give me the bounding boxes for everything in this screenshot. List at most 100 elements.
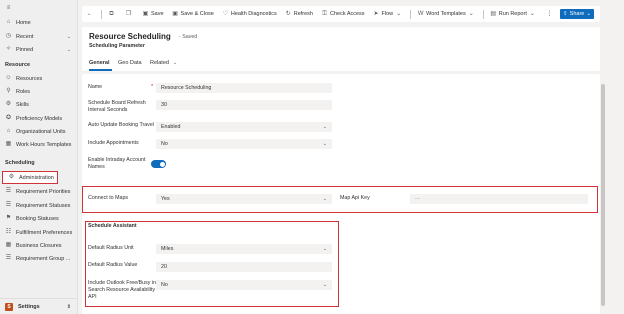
- person-icon: ☺: [5, 75, 12, 81]
- default-radius-value-label: Default Radius Value: [88, 262, 138, 268]
- hamburger-menu-button[interactable]: ≡: [0, 3, 78, 14]
- sidebar-item-skills[interactable]: ⚙ Skills: [0, 99, 78, 110]
- sidebar-item-label: Roles: [16, 88, 31, 95]
- sidebar-item-work-hours-templates[interactable]: ▦ Work Hours Templates: [0, 139, 78, 150]
- copy-icon: ❐: [125, 10, 132, 17]
- connect-to-maps-select[interactable]: Yes ⌄: [156, 194, 332, 204]
- check-access-icon: ⚿: [322, 10, 327, 17]
- role-icon: ⚲: [6, 88, 11, 94]
- name-field[interactable]: Resource Scheduling: [156, 83, 332, 93]
- sidebar-item-business-closures[interactable]: ▦ Business Closures: [0, 240, 78, 251]
- health-diagnostics-button[interactable]: ♡ Health Diagnostics: [218, 6, 281, 22]
- name-label: Name: [88, 84, 103, 90]
- refresh-button[interactable]: ↻ Refresh: [281, 6, 317, 22]
- copy-button[interactable]: ❐: [121, 6, 138, 22]
- word-templates-label: Word Templates: [426, 11, 466, 17]
- default-radius-unit-select[interactable]: Miles ⌄: [156, 244, 332, 254]
- refresh-interval-field[interactable]: 30: [156, 100, 332, 110]
- refresh-label: Refresh: [293, 11, 313, 17]
- back-arrow-icon: ←: [86, 10, 93, 17]
- map-api-key-label: Map Api Key: [340, 195, 370, 201]
- check-access-label: Check Access: [330, 11, 365, 17]
- tab-related[interactable]: Related: [150, 60, 169, 66]
- run-report-label: Run Report: [498, 11, 527, 17]
- run-report-button[interactable]: ▤ Run Report ⌄: [486, 6, 542, 22]
- intraday-account-names-toggle[interactable]: [151, 160, 166, 168]
- default-radius-value-field[interactable]: 20: [156, 262, 332, 272]
- sidebar-item-requirement-priorities[interactable]: ☰ Requirement Priorities: [0, 186, 78, 197]
- sidebar-item-administration[interactable]: ⚙ Administration: [2, 171, 58, 184]
- flag-icon: ⚑: [5, 215, 12, 221]
- sidebar-item-resources[interactable]: ☺ Resources: [0, 73, 78, 84]
- chevron-down-icon: ⌄: [396, 10, 402, 17]
- saved-status: - Saved: [179, 34, 198, 40]
- scrollbar-thumb[interactable]: [601, 84, 605, 306]
- map-api-key-field[interactable]: ---: [410, 194, 588, 204]
- save-close-button[interactable]: ▣ Save & Close: [168, 6, 218, 22]
- new-window-icon: ⧉: [109, 10, 114, 17]
- active-tab-indicator: [89, 69, 112, 71]
- required-indicator: *: [151, 84, 154, 90]
- chevron-down-icon: ⌄: [468, 10, 474, 17]
- sidebar-item-booking-statuses[interactable]: ⚑ Booking Statuses: [0, 213, 78, 224]
- divider: [482, 9, 484, 19]
- form-body: Name * Resource Scheduling Schedule Boar…: [82, 74, 600, 314]
- sidebar-item-organizational-units[interactable]: ⌂ Organizational Units: [0, 126, 78, 137]
- sidebar-item-label: Resources: [16, 75, 43, 82]
- sidebar-item-pinned[interactable]: ✧ Pinned ⌄: [0, 44, 78, 55]
- share-icon: ⇪: [563, 11, 568, 17]
- sidebar-item-requirement-group[interactable]: ☰ Requirement Group ...: [0, 253, 78, 264]
- include-appointments-select[interactable]: No ⌄: [156, 139, 332, 149]
- sidebar-group-resource: Resource: [5, 62, 31, 68]
- flow-label: Flow: [381, 11, 394, 17]
- include-outlook-select[interactable]: No ⌄: [156, 280, 332, 290]
- open-new-window-button[interactable]: ⧉: [104, 6, 121, 22]
- calendar-icon: ▦: [5, 141, 12, 147]
- sidebar-item-recent[interactable]: ◷ Recent ⌄: [0, 31, 78, 42]
- settings-area-switcher[interactable]: S Settings ⇕: [0, 298, 78, 314]
- sidebar-item-requirement-statuses[interactable]: ☰ Requirement Statuses: [0, 200, 78, 211]
- sidebar-item-fulfillment-preferences[interactable]: ☷ Fulfillment Preferences: [0, 227, 78, 238]
- tab-geo-data[interactable]: Geo Data: [118, 60, 142, 66]
- sidebar-item-label: Administration: [19, 174, 54, 181]
- sidebar-item-label: Booking Statuses: [16, 215, 59, 222]
- sidebar-group-scheduling: Scheduling: [5, 160, 35, 166]
- tab-general[interactable]: General: [89, 60, 109, 66]
- clock-icon: ◷: [5, 33, 12, 39]
- auto-update-travel-select[interactable]: Enabled ⌄: [156, 122, 332, 132]
- sidebar-item-label: Fulfillment Preferences: [16, 229, 73, 236]
- command-bar: ← ⧉ ❐ ▣ Save ▣ Save & Close ♡ Health Diagno…: [82, 6, 600, 22]
- refresh-interval-value: 30: [161, 102, 167, 108]
- sidebar-item-label: Organizational Units: [16, 128, 66, 135]
- flow-button[interactable]: ➤ Flow ⌄: [369, 6, 409, 22]
- hamburger-icon: ≡: [6, 5, 11, 11]
- record-header: Resource Scheduling - Saved Scheduling P…: [82, 27, 600, 71]
- flow-icon: ➤: [373, 10, 379, 17]
- gear-icon: ⚙: [8, 174, 15, 180]
- sidebar-item-roles[interactable]: ⚲ Roles: [0, 86, 78, 97]
- share-button[interactable]: ⇪ Share ⌄: [560, 9, 594, 19]
- chevron-down-icon: ⌄: [66, 46, 71, 53]
- check-access-button[interactable]: ⚿ Check Access: [317, 6, 369, 22]
- refresh-icon: ↻: [285, 10, 291, 17]
- include-appointments-value: No: [161, 141, 168, 147]
- save-label: Save: [151, 11, 164, 17]
- org-icon: ⌂: [6, 128, 11, 134]
- back-button[interactable]: ←: [82, 6, 99, 22]
- sidebar-item-proficiency-models[interactable]: ✪ Proficiency Models: [0, 113, 78, 124]
- sidebar-item-label: Business Closures: [16, 242, 62, 249]
- include-outlook-label: Include Outlook Free/Busy in Search Reso…: [88, 280, 157, 300]
- entity-subtitle: Scheduling Parameter: [89, 43, 145, 49]
- connect-to-maps-value: Yes: [161, 196, 170, 202]
- calendar-icon: ▦: [5, 242, 12, 248]
- share-label: Share: [569, 11, 585, 17]
- chevron-updown-icon: ⇕: [66, 303, 71, 310]
- refresh-interval-label: Schedule Board Refresh Interval Seconds: [88, 100, 146, 113]
- word-templates-button[interactable]: W Word Templates ⌄: [413, 6, 481, 22]
- save-button[interactable]: ▣ Save: [138, 6, 168, 22]
- more-commands-button[interactable]: ⋮: [542, 6, 559, 22]
- sidebar-item-label: Requirement Priorities: [16, 188, 71, 195]
- report-icon: ▤: [490, 10, 497, 17]
- sidebar-item-home[interactable]: ⌂ Home: [0, 17, 78, 28]
- home-icon: ⌂: [6, 19, 11, 25]
